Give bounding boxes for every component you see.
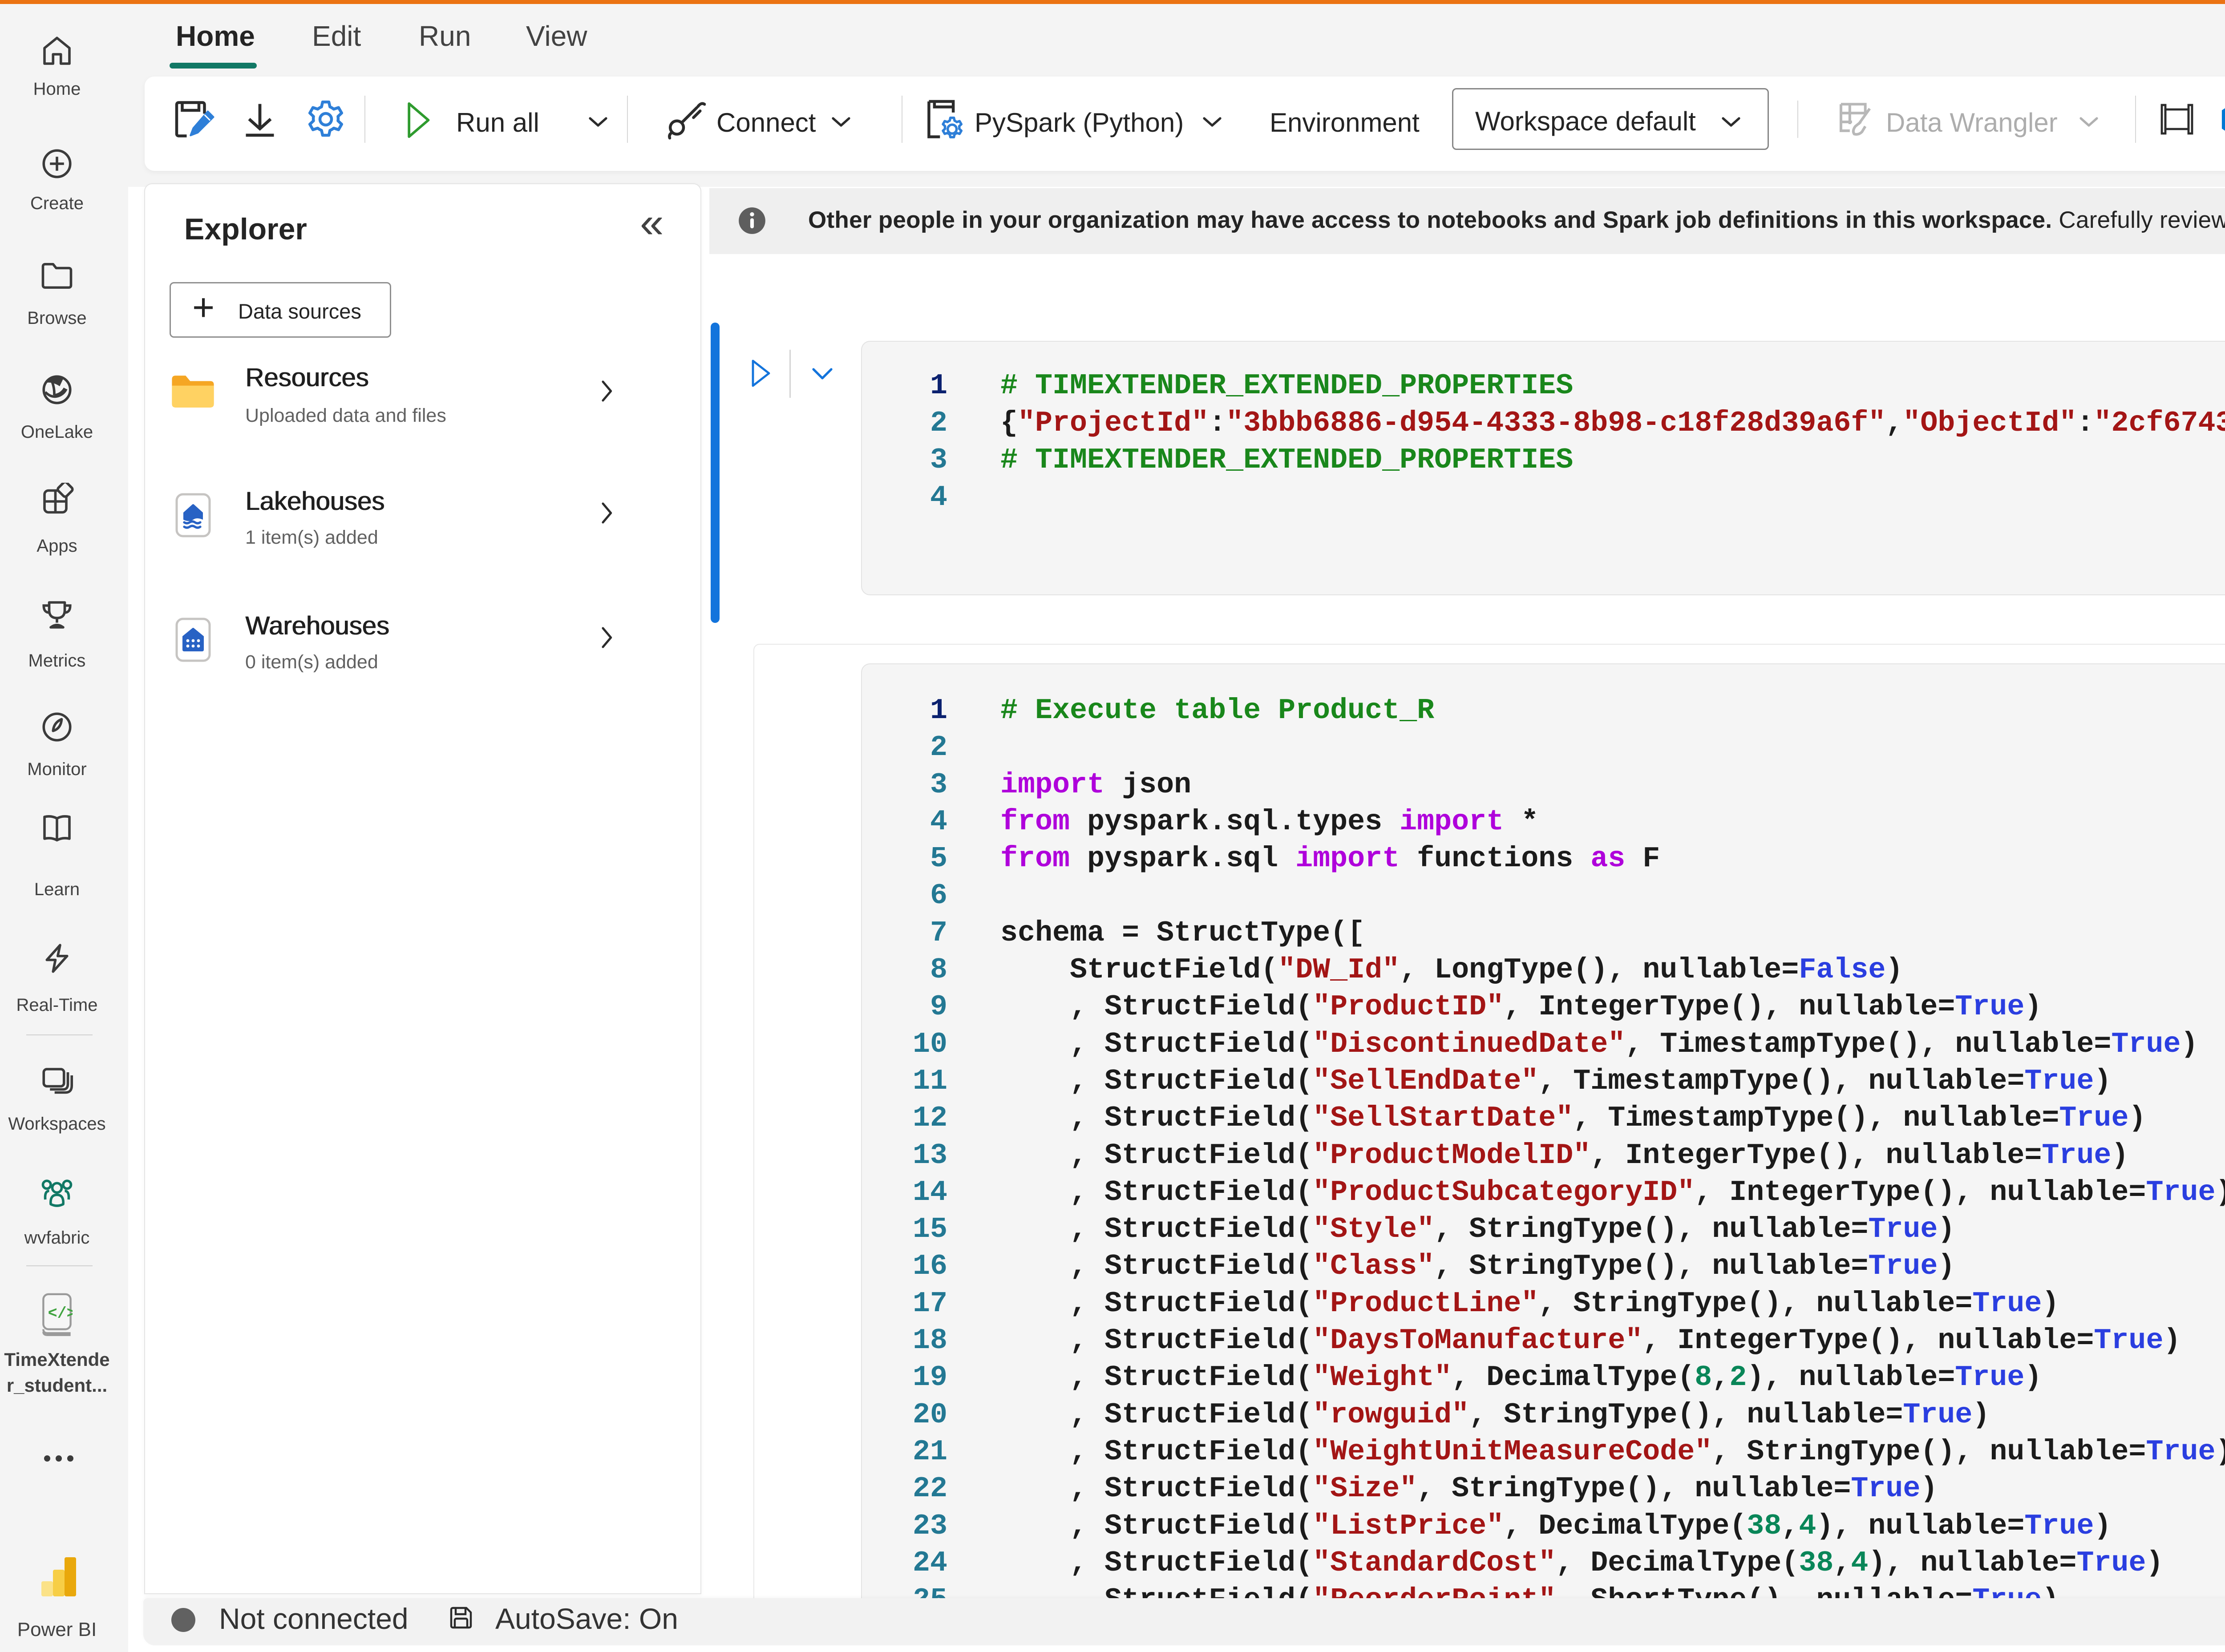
svg-text:</>: </> — [48, 1305, 73, 1322]
